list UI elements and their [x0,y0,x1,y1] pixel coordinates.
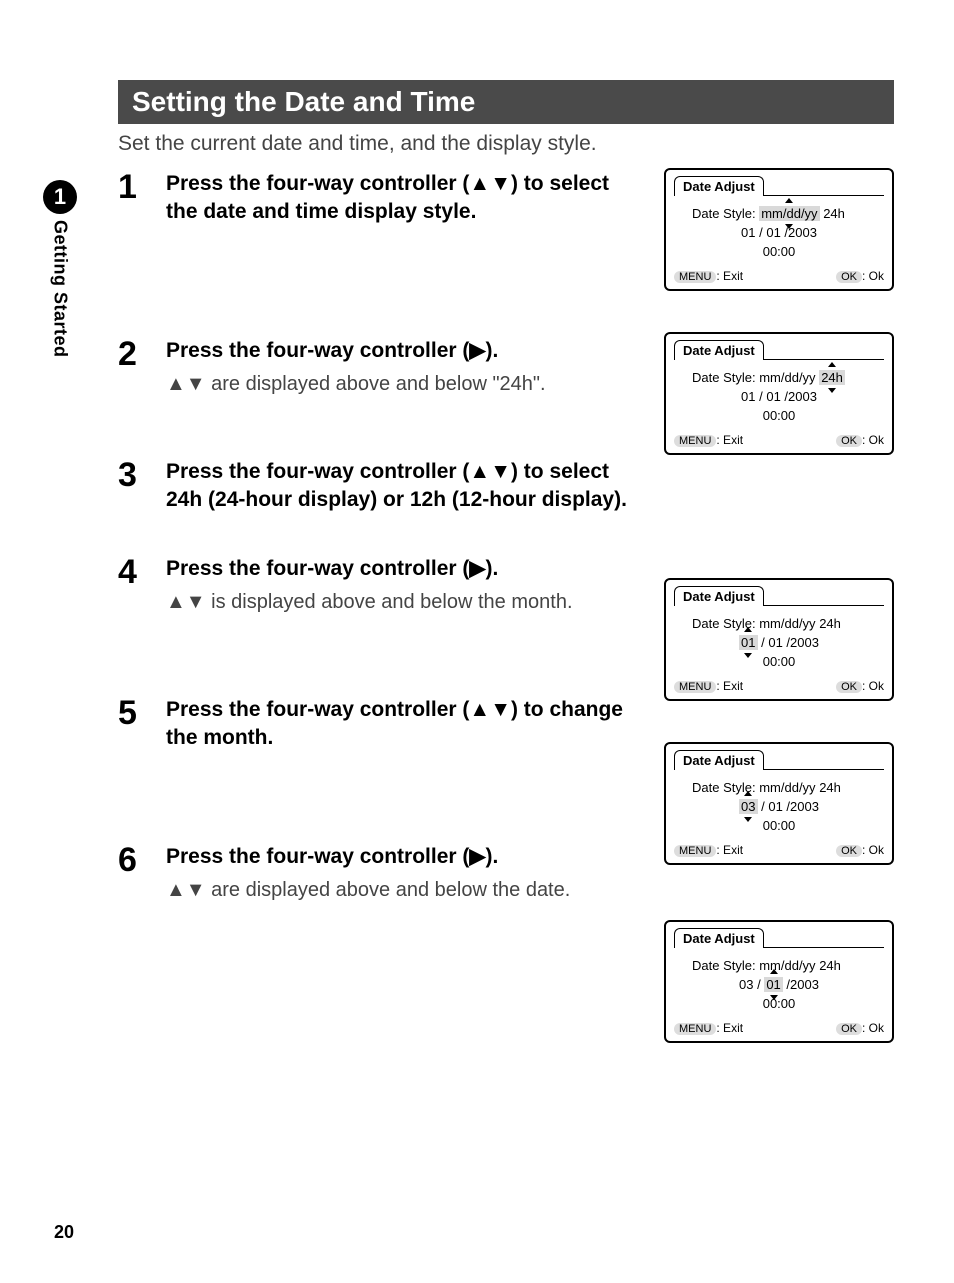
step-number: 5 [118,696,166,730]
page-number: 20 [54,1222,74,1243]
lcd-ok-label: : Ok [862,679,884,693]
lcd-ok-button: OK [836,1023,862,1035]
lcd-ok-label: : Ok [862,433,884,447]
step-title: Press the four-way controller (▶). [166,555,644,583]
lcd-date-value: 01 / 01 /2003 [674,389,884,404]
lcd-screen-step5: Date Adjust Date Style: mm/dd/yy 24h 03 … [664,742,894,865]
lcd-title: Date Adjust [674,340,764,360]
lcd-screen-step6: Date Adjust Date Style: mm/dd/yy 24h 03 … [664,920,894,1043]
lcd-date-style-value: mm/dd/yy [759,370,815,385]
lcd-time-value: 00:00 [674,408,884,423]
lcd-exit-label: : Exit [716,843,743,857]
lcd-hour-format: 24h [819,616,841,631]
lcd-style-label: Date Style: [692,206,756,221]
step-title: Press the four-way controller (▲▼) to ch… [166,696,644,753]
section-intro-text: Set the current date and time, and the d… [118,132,894,156]
lcd-menu-button: MENU [674,435,716,447]
lcd-ok-button: OK [836,681,862,693]
chapter-number-badge: 1 [43,180,77,214]
lcd-hour-format: 24h [823,206,845,221]
lcd-screen-step2: Date Adjust Date Style: mm/dd/yy 24h 01 … [664,332,894,455]
step-number: 1 [118,170,166,204]
lcd-date-style-value: mm/dd/yy [759,958,815,973]
lcd-date-rest: /2003 [783,977,819,992]
lcd-screen-step4: Date Adjust Date Style: mm/dd/yy 24h 01 … [664,578,894,701]
lcd-menu-button: MENU [674,1023,716,1035]
lcd-month-value: 01 [739,635,757,650]
lcd-ok-label: : Ok [862,843,884,857]
step-description: ▲▼ are displayed above and below the dat… [166,877,644,904]
chapter-label: Getting Started [50,220,71,358]
lcd-title: Date Adjust [674,176,764,196]
step-description: ▲▼ are displayed above and below "24h". [166,371,644,398]
step-number: 4 [118,555,166,589]
lcd-ok-button: OK [836,435,862,447]
lcd-menu-button: MENU [674,681,716,693]
lcd-title: Date Adjust [674,928,764,948]
lcd-date-style-value: mm/dd/yy [759,780,815,795]
step-title: Press the four-way controller (▶). [166,843,644,871]
lcd-exit-label: : Exit [716,1021,743,1035]
step-number: 3 [118,458,166,492]
step-number: 6 [118,843,166,877]
lcd-exit-label: : Exit [716,269,743,283]
lcd-hour-format: 24h [819,780,841,795]
lcd-time-value: 00:00 [674,654,884,669]
lcd-menu-button: MENU [674,845,716,857]
lcd-style-label: Date Style: [692,958,756,973]
lcd-date-pre: 03 / [739,977,764,992]
step-title: Press the four-way controller (▲▼) to se… [166,458,644,515]
lcd-time-value: 00:00 [674,818,884,833]
lcd-style-label: Date Style: [692,370,756,385]
lcd-screen-step1: Date Adjust Date Style: mm/dd/yy 24h 01 … [664,168,894,291]
lcd-date-style-value: mm/dd/yy [759,616,815,631]
step-description: ▲▼ is displayed above and below the mont… [166,589,644,616]
lcd-title: Date Adjust [674,750,764,770]
lcd-hour-format: 24h [819,958,841,973]
lcd-date-rest: / 01 /2003 [758,635,819,650]
lcd-menu-button: MENU [674,271,716,283]
lcd-ok-label: : Ok [862,269,884,283]
lcd-date-rest: / 01 /2003 [758,799,819,814]
section-title: Setting the Date and Time [118,80,894,124]
step-title: Press the four-way controller (▲▼) to se… [166,170,644,227]
step-number: 2 [118,337,166,371]
chapter-side-tab: 1 Getting Started [40,180,80,358]
lcd-exit-label: : Exit [716,433,743,447]
lcd-date-value: 01 / 01 /2003 [674,225,884,240]
lcd-month-value: 03 [739,799,757,814]
lcd-date-style-value: mm/dd/yy [759,206,819,221]
lcd-ok-button: OK [836,271,862,283]
lcd-hour-format: 24h [819,370,845,385]
lcd-day-value: 01 [764,977,782,992]
lcd-ok-label: : Ok [862,1021,884,1035]
step-title: Press the four-way controller (▶). [166,337,644,365]
lcd-time-value: 00:00 [674,244,884,259]
lcd-title: Date Adjust [674,586,764,606]
lcd-exit-label: : Exit [716,679,743,693]
lcd-time-value: 00:00 [674,996,884,1011]
lcd-ok-button: OK [836,845,862,857]
